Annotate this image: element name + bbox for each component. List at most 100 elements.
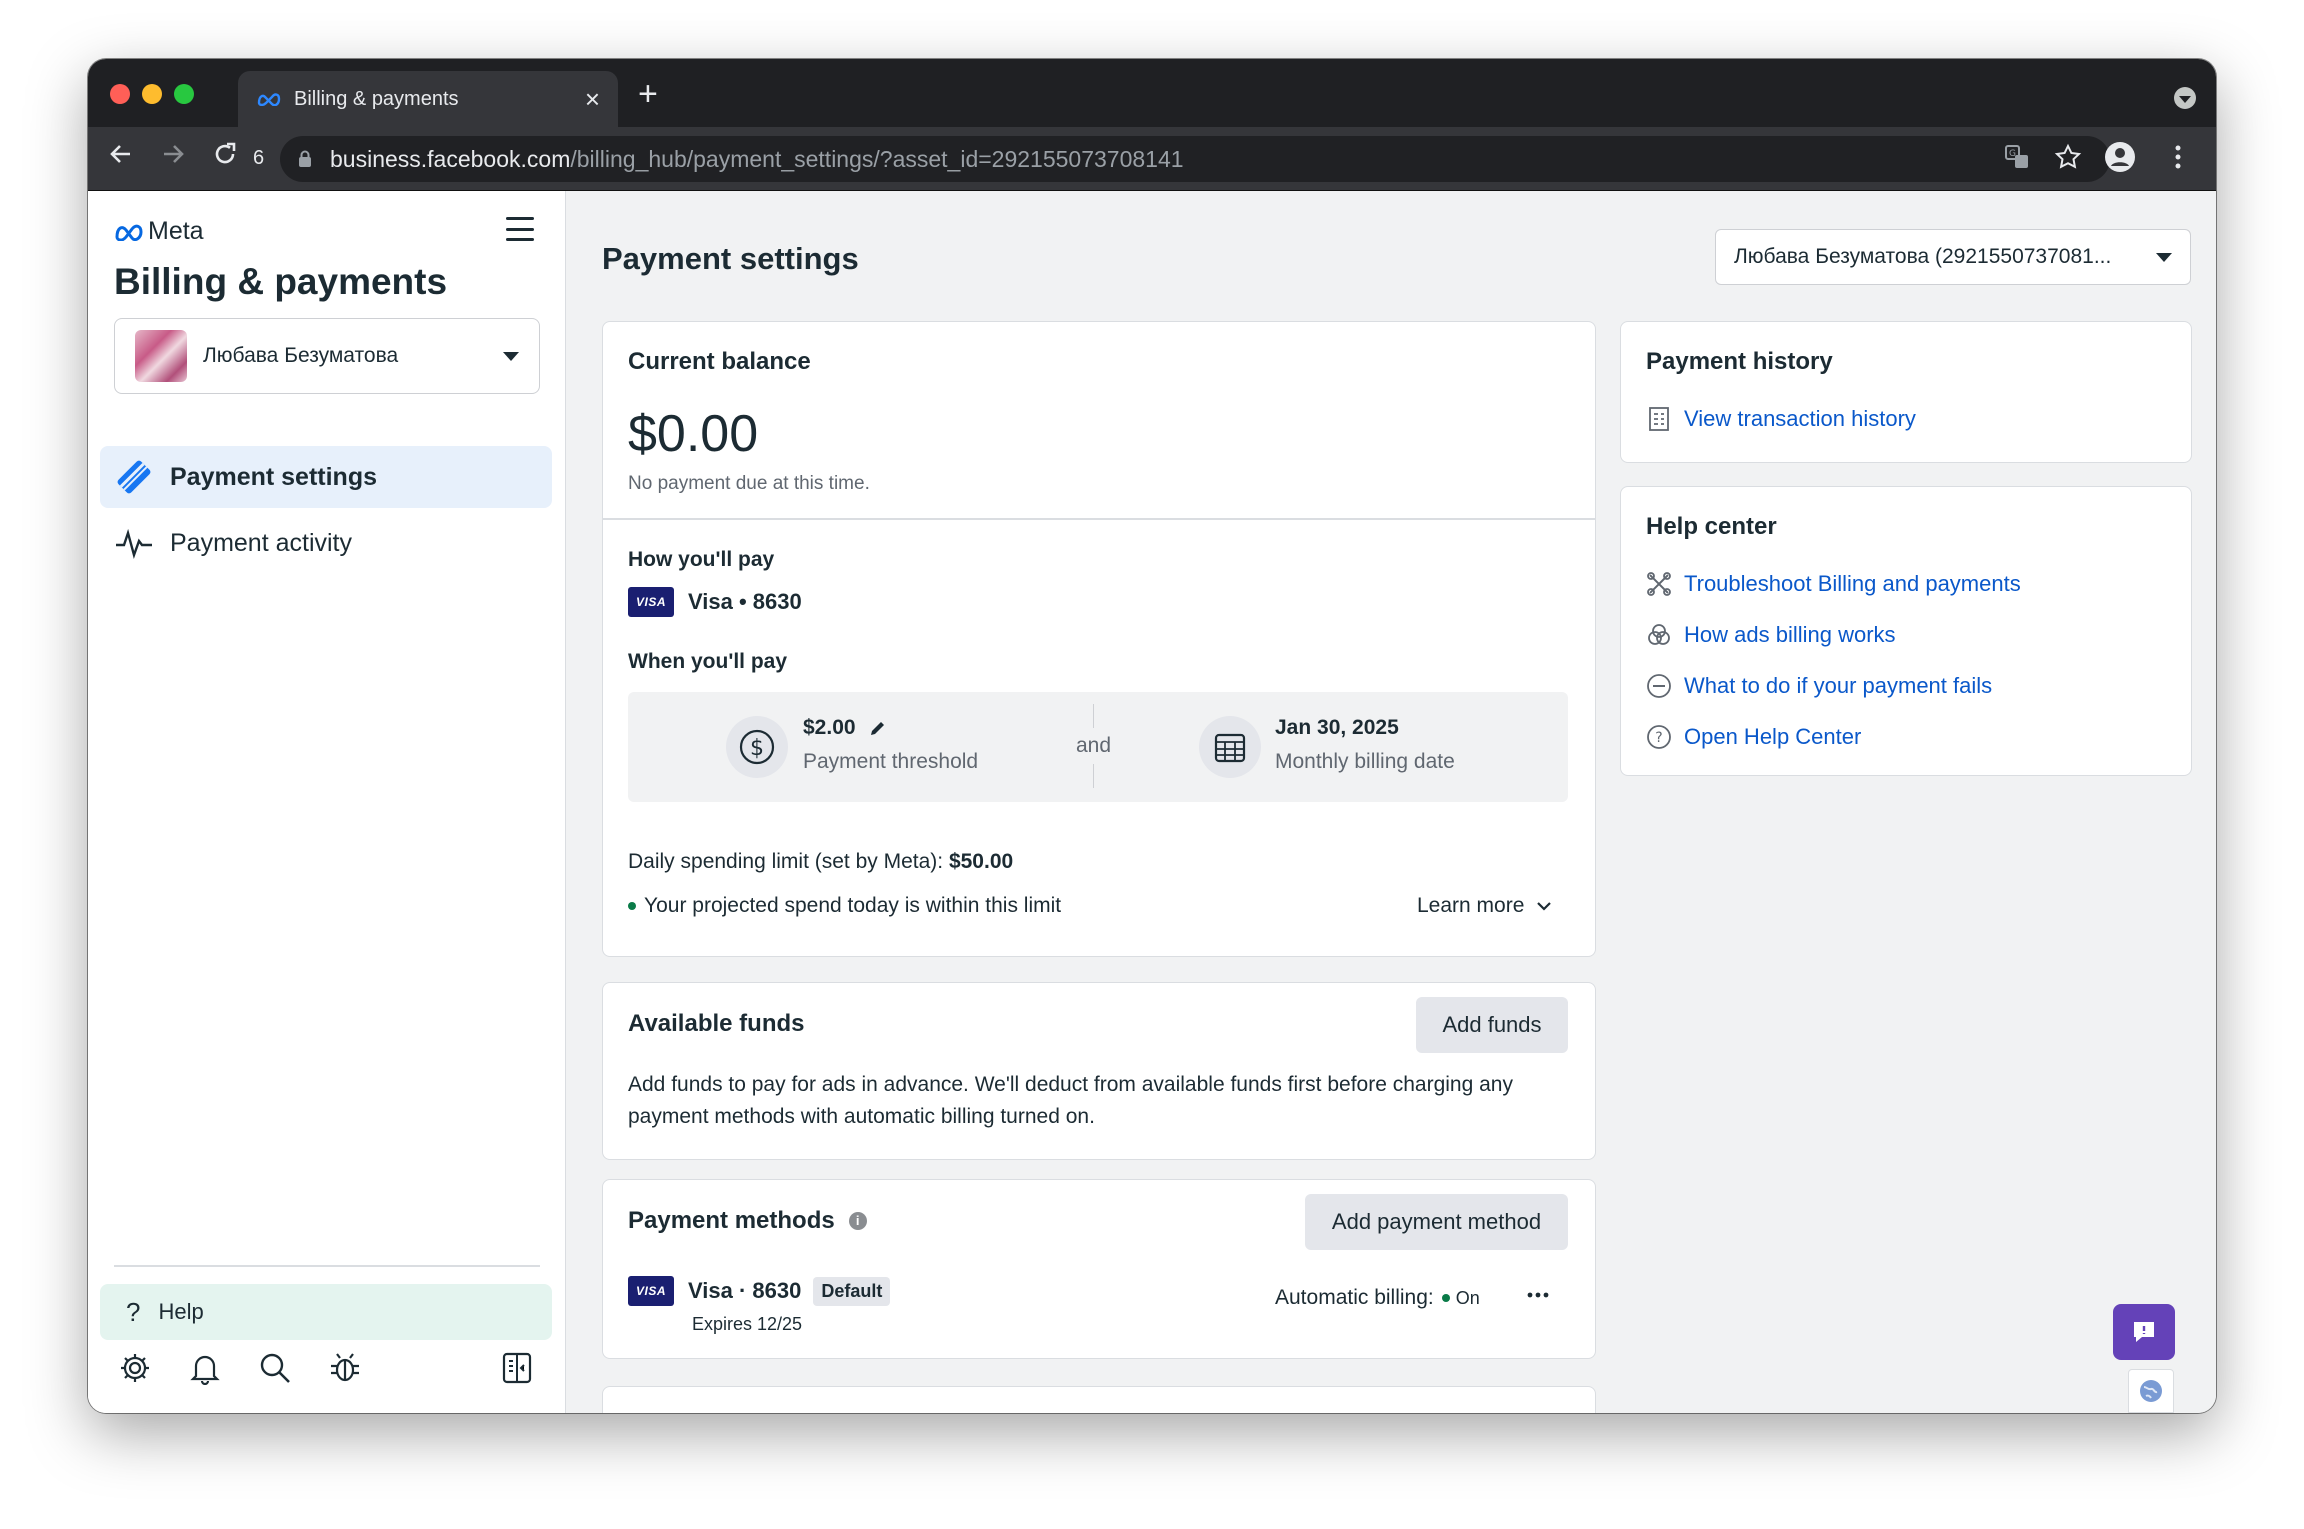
info-icon[interactable]: i: [848, 1212, 867, 1230]
nav-payment-settings[interactable]: Payment settings: [100, 446, 552, 508]
add-payment-method-button[interactable]: Add payment method: [1305, 1194, 1568, 1250]
url-path: /billing_hub/payment_settings/?asset_id=…: [570, 145, 1184, 172]
browser-menu-button[interactable]: [2174, 143, 2182, 176]
forward-button[interactable]: [160, 141, 186, 175]
close-window-button[interactable]: [110, 84, 130, 104]
payment-history-card: Payment history View transaction history: [1620, 321, 2192, 463]
search-button[interactable]: [258, 1351, 292, 1390]
toggle-panel-button[interactable]: [500, 1351, 534, 1390]
link-label: How ads billing works: [1684, 622, 1896, 647]
view-transaction-history-link[interactable]: View transaction history: [1646, 406, 1916, 432]
browser-toolbar: 6 business.facebook.com/billing_hub/paym…: [88, 127, 2216, 191]
close-tab-icon[interactable]: ×: [585, 86, 600, 112]
back-button[interactable]: [108, 141, 134, 175]
payment-method-row: VISA Visa · 8630 Default: [628, 1276, 891, 1306]
link-label: Open Help Center: [1684, 724, 1862, 749]
reload-button[interactable]: [212, 141, 238, 175]
billing-date-label: Monthly billing date: [1275, 750, 1455, 773]
payment-methods-card: Payment methods i Add payment method VIS…: [602, 1179, 1596, 1359]
feedback-chat-button[interactable]: [2113, 1304, 2175, 1360]
minimize-window-button[interactable]: [142, 84, 162, 104]
language-button[interactable]: [2128, 1369, 2174, 1413]
dollar-circle-icon: $: [726, 716, 788, 778]
balance-note: No payment due at this time.: [628, 473, 870, 494]
status-dot-green: [628, 902, 636, 910]
nav-label: Payment settings: [170, 462, 378, 491]
visa-card-icon: VISA: [628, 1276, 674, 1306]
new-tab-button[interactable]: +: [638, 77, 658, 111]
settings-button[interactable]: [118, 1351, 152, 1390]
edit-pencil-icon[interactable]: [868, 718, 888, 738]
learn-more-label: Learn more: [1417, 894, 1525, 917]
translate-button[interactable]: G: [2003, 143, 2031, 176]
chevron-down-icon: [2179, 95, 2191, 103]
daily-limit-label: Daily spending limit (set by Meta):: [628, 850, 949, 873]
receipt-icon: [1649, 407, 1669, 431]
profile-button[interactable]: [2104, 141, 2136, 178]
app-title: Billing & payments: [114, 261, 448, 302]
tab-title: Billing & payments: [294, 87, 459, 110]
history-heading: Payment history: [1646, 348, 1833, 375]
translate-icon: G: [2005, 145, 2028, 168]
card-divider: [603, 518, 1595, 520]
primary-card-label: Visa • 8630: [688, 589, 802, 614]
browser-tab[interactable]: Billing & payments ×: [238, 71, 618, 127]
help-center-card: Help center Troubleshoot Billing and pay…: [1620, 486, 2192, 776]
browser-window: Billing & payments × + 6 business.facebo…: [88, 59, 2216, 1413]
tab-search-button[interactable]: [2174, 87, 2196, 109]
ad-account-selector[interactable]: Любава Безуматова (2921550737081...: [1715, 229, 2191, 285]
divider-top: [1093, 704, 1094, 728]
method-card-label: Visa · 8630: [688, 1278, 802, 1303]
arrow-right-icon: [164, 145, 184, 163]
bell-icon: [190, 1355, 220, 1386]
visa-card-icon: VISA: [628, 587, 674, 617]
add-funds-button[interactable]: Add funds: [1416, 997, 1568, 1053]
methods-heading: Payment methods: [628, 1207, 835, 1234]
when-youll-pay-heading: When you'll pay: [628, 650, 788, 673]
search-icon: [260, 1353, 290, 1383]
address-bar[interactable]: business.facebook.com/billing_hub/paymen…: [280, 136, 2110, 182]
menu-toggle-button[interactable]: [506, 217, 534, 241]
next-card-partial: [602, 1386, 1596, 1413]
balance-heading: Current balance: [628, 348, 811, 375]
svg-text:?: ?: [1655, 730, 1662, 746]
card-expiry: Expires 12/25: [692, 1314, 803, 1334]
funds-description: Add funds to pay for ads in advance. We'…: [628, 1073, 1513, 1128]
meta-logo-icon: [115, 224, 143, 241]
caret-down-icon: [503, 351, 519, 361]
link-label: View transaction history: [1684, 406, 1916, 431]
maximize-window-button[interactable]: [174, 84, 194, 104]
help-button[interactable]: ? Help: [100, 1284, 552, 1340]
help-link-billing-works[interactable]: How ads billing works: [1646, 622, 1896, 648]
calendar-grid-icon: [1199, 716, 1261, 778]
help-link-troubleshoot[interactable]: Troubleshoot Billing and payments: [1646, 571, 2021, 597]
methods-heading-row: Payment methods i: [628, 1207, 867, 1235]
question-mark-icon: ?: [126, 1296, 141, 1327]
account-switcher[interactable]: Любава Безуматова: [114, 318, 540, 394]
nav-payment-activity[interactable]: Payment activity: [100, 512, 552, 574]
help-link-payment-fails[interactable]: What to do if your payment fails: [1646, 673, 1992, 699]
learn-more-toggle[interactable]: Learn more: [1417, 894, 1552, 918]
divider-bottom: [1093, 764, 1094, 788]
daily-limit-value: $50.00: [948, 850, 1014, 873]
link-label: What to do if your payment fails: [1684, 673, 1993, 698]
svg-text:G: G: [2009, 149, 2016, 159]
billing-date: Jan 30, 2025: [1275, 716, 1399, 739]
meta-logo[interactable]: Meta: [114, 217, 204, 246]
page-title: Payment settings: [602, 241, 859, 276]
billing-triggers-box: $ $2.00 Payment threshold and Jan 30, 20…: [628, 692, 1568, 802]
payment-method-more-button[interactable]: [1527, 1284, 1549, 1311]
payment-settings-icon: [117, 460, 151, 494]
kebab-menu-icon: [2175, 145, 2181, 169]
gear-icon: [121, 1354, 149, 1382]
threshold-amount: $2.00: [803, 716, 856, 739]
bookmark-button[interactable]: [2054, 143, 2082, 176]
primary-card-row: VISA Visa • 8630: [628, 587, 802, 617]
circles-icon: [1648, 624, 1670, 645]
meta-favicon-icon: [257, 93, 281, 106]
notifications-button[interactable]: [188, 1351, 222, 1390]
sidebar-toggle-icon: [502, 1352, 532, 1384]
threshold-row: $2.00: [803, 716, 888, 740]
report-bug-button[interactable]: [328, 1351, 362, 1390]
help-link-open-help-center[interactable]: ? Open Help Center: [1646, 724, 1861, 750]
